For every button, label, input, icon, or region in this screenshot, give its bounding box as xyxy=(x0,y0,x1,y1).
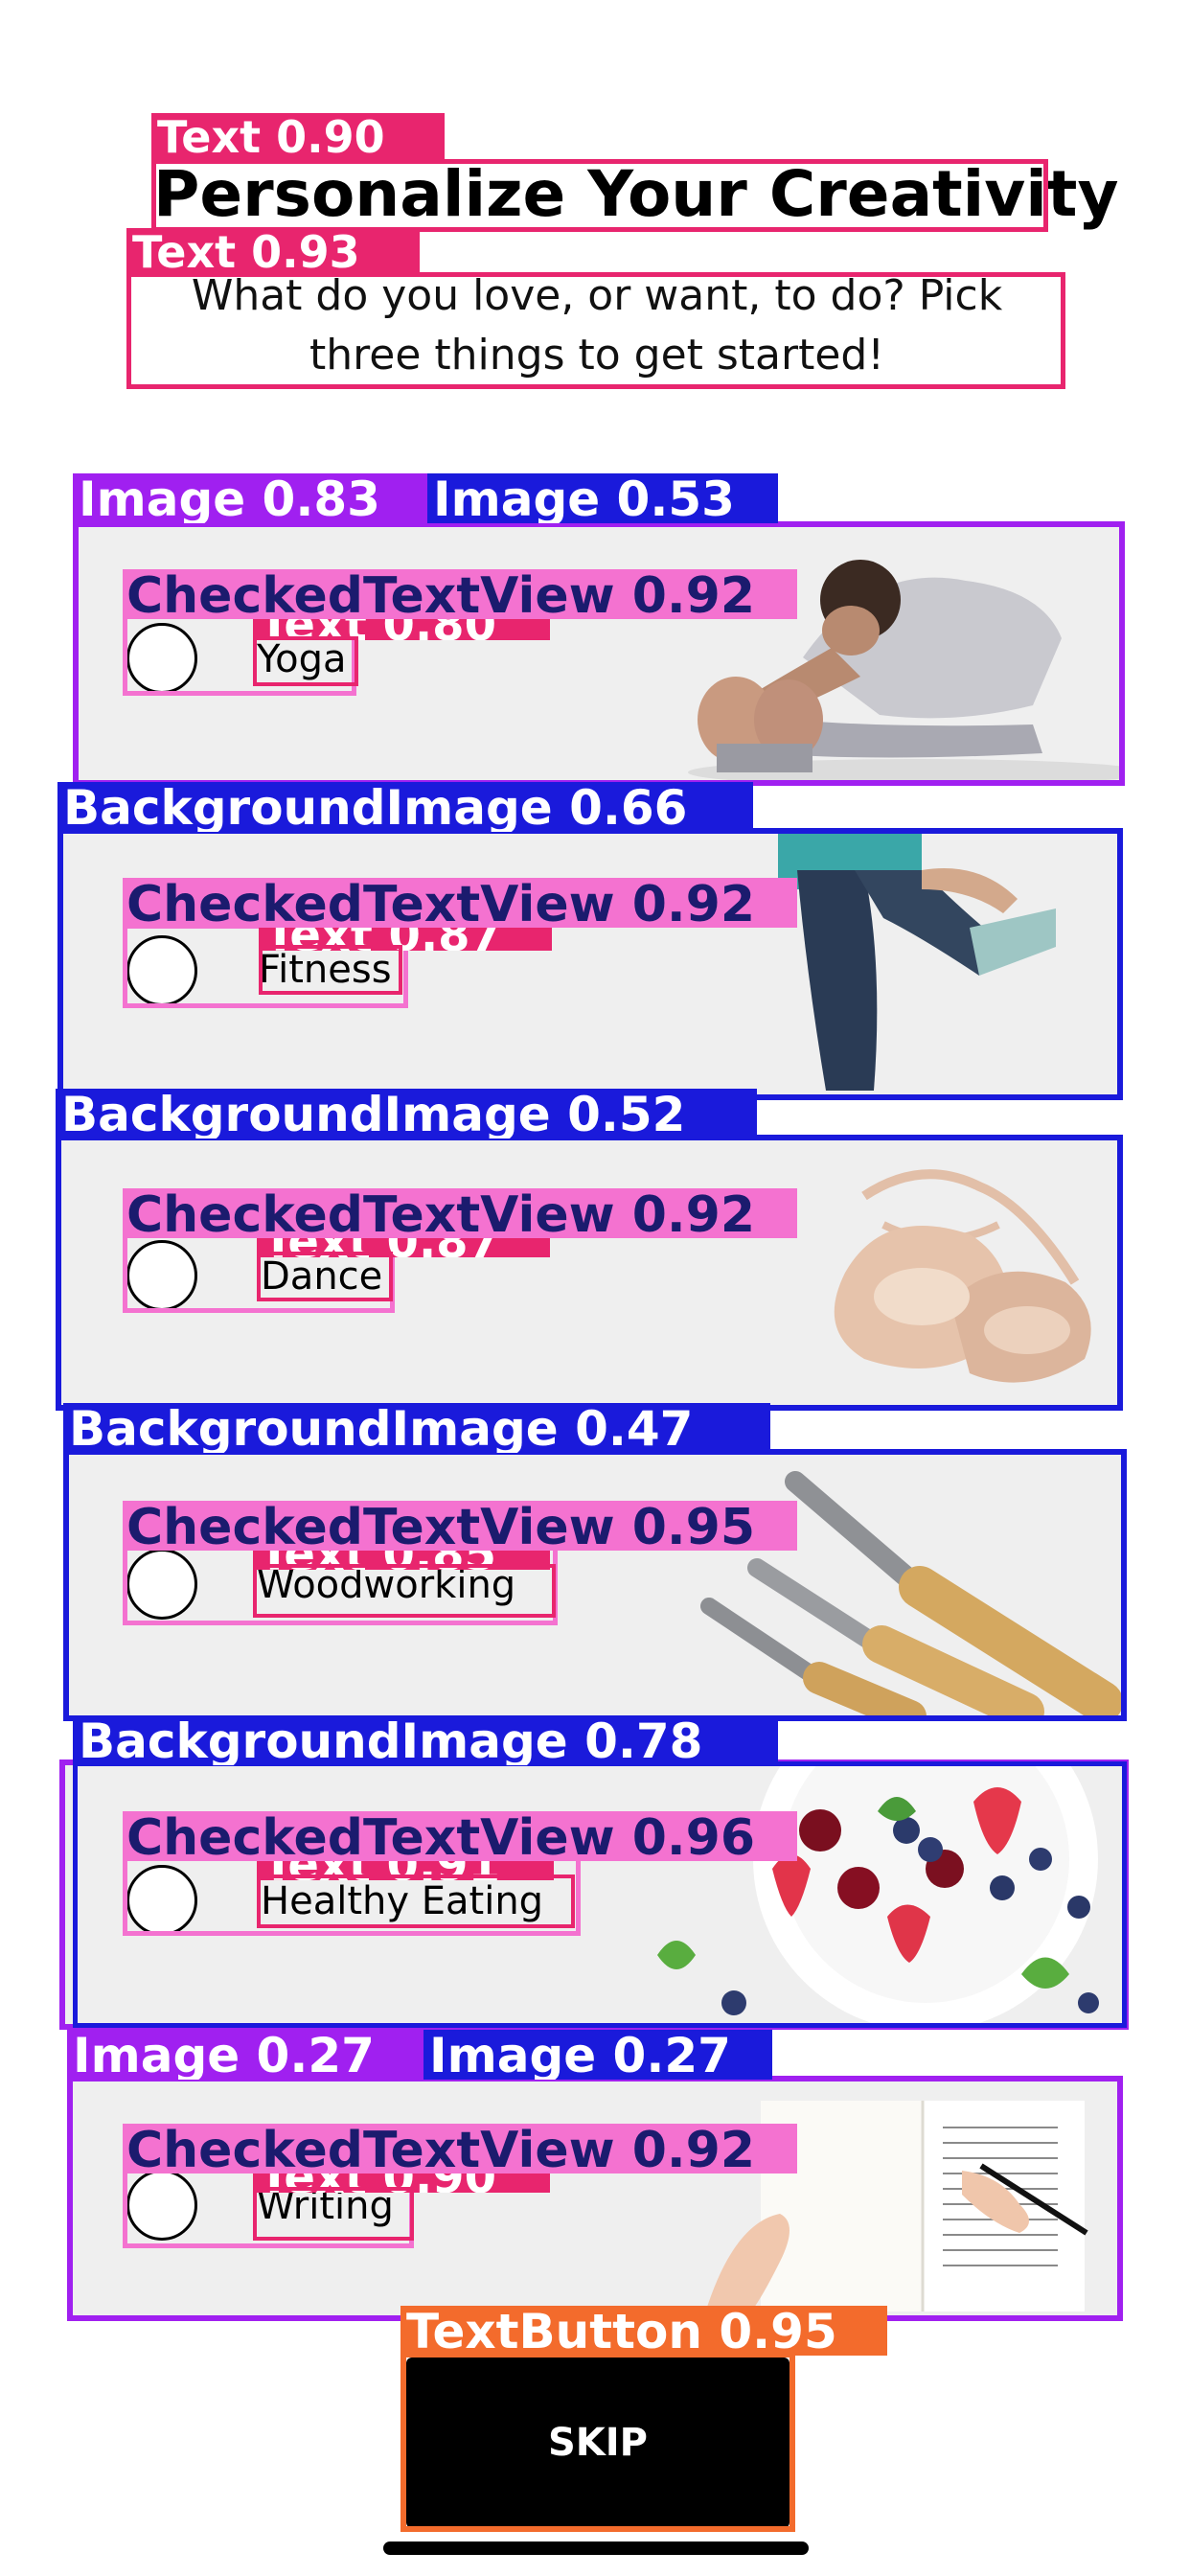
detection-box-writing-text xyxy=(253,2187,414,2241)
detection-label-yoga-image-b: Image 0.53 xyxy=(427,473,778,523)
detection-label-title: Text 0.90 xyxy=(151,113,445,161)
detection-box-fitness-text xyxy=(259,945,402,995)
detection-label-wood-checked: CheckedTextView 0.95 xyxy=(123,1501,797,1551)
detection-box-eating-text xyxy=(257,1874,575,1928)
detection-box-skip xyxy=(400,2352,795,2532)
detection-label-wood-bg: BackgroundImage 0.47 xyxy=(63,1403,770,1453)
detection-box-subtitle xyxy=(126,272,1065,389)
detection-label-dance-checked: CheckedTextView 0.92 xyxy=(123,1188,797,1238)
detection-label-dance-bg: BackgroundImage 0.52 xyxy=(56,1089,757,1138)
detection-label-yoga-checked: CheckedTextView 0.92 xyxy=(123,569,797,619)
home-indicator xyxy=(383,2542,809,2555)
detection-label-writing-checked: CheckedTextView 0.92 xyxy=(123,2124,797,2174)
detection-label-fitness-checked: CheckedTextView 0.92 xyxy=(123,878,797,928)
detection-box-dance-text xyxy=(257,1252,393,1301)
detection-box-wood-text xyxy=(253,1564,556,1618)
detection-label-subtitle: Text 0.93 xyxy=(126,228,420,276)
detection-label-writing-image-a: Image 0.27 xyxy=(67,2030,423,2080)
detection-box-title xyxy=(151,159,1048,232)
detection-label-fitness-bg: BackgroundImage 0.66 xyxy=(57,782,753,832)
detection-label-writing-image-b: Image 0.27 xyxy=(423,2030,772,2080)
detection-label-eating-checked: CheckedTextView 0.96 xyxy=(123,1811,797,1861)
detection-label-eating-bg: BackgroundImage 0.78 xyxy=(73,1715,778,1765)
detection-box-yoga-text xyxy=(253,636,358,686)
detection-label-yoga-image-a: Image 0.83 xyxy=(73,473,427,523)
detection-label-skip: TextButton 0.95 xyxy=(400,2306,887,2356)
